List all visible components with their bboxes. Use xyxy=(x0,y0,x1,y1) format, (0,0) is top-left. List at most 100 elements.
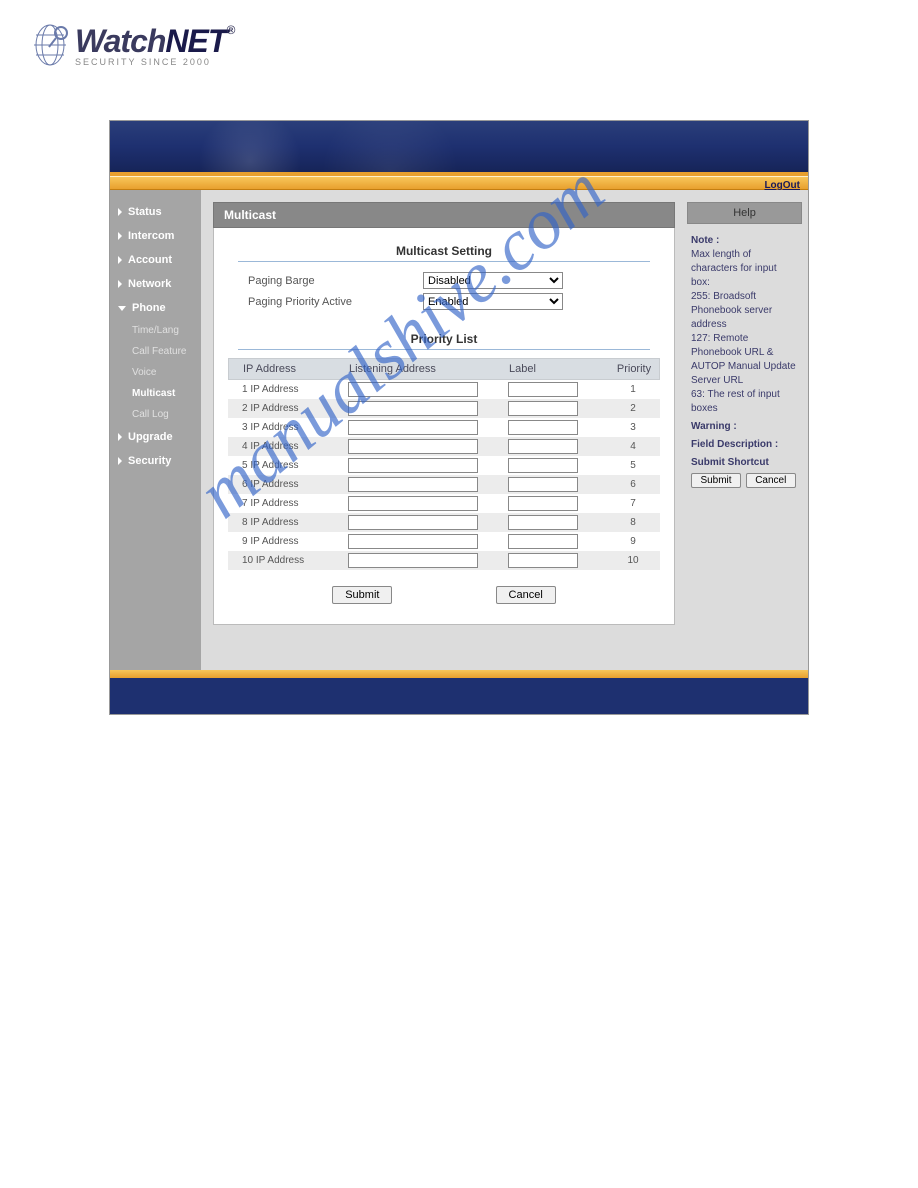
label-input[interactable] xyxy=(508,420,578,435)
app-banner xyxy=(110,121,808,176)
priority-list-title: Priority List xyxy=(238,326,650,350)
brand-tagline: SECURITY SINCE 2000 xyxy=(75,57,234,67)
logo-text: WatchNET® SECURITY SINCE 2000 xyxy=(75,23,234,67)
priority-row: 9 IP Address9 xyxy=(228,532,660,551)
priority-row: 1 IP Address 1 xyxy=(228,380,660,399)
sidebar-sub-voice[interactable]: Voice xyxy=(110,362,201,383)
listening-address-input[interactable] xyxy=(348,458,478,473)
listening-address-input[interactable] xyxy=(348,477,478,492)
help-cancel-button[interactable]: Cancel xyxy=(746,473,796,488)
help-title: Help xyxy=(687,202,802,224)
row-priority: 5 xyxy=(608,460,658,471)
row-priority: 1 xyxy=(608,384,658,395)
help-note-text: Max length of characters for input box: xyxy=(691,249,777,288)
row-priority: 6 xyxy=(608,479,658,490)
brand-watch: Watch xyxy=(75,23,165,59)
multicast-setting-title: Multicast Setting xyxy=(238,238,650,262)
sidebar-item-label: Account xyxy=(128,254,172,266)
row-ip-label: 7 IP Address xyxy=(228,498,348,509)
row-ip-label: 6 IP Address xyxy=(228,479,348,490)
listening-address-input[interactable] xyxy=(348,515,478,530)
priority-list-header: IP Address Listening Address Label Prior… xyxy=(228,358,660,380)
help-shortcut-label: Submit Shortcut xyxy=(691,456,798,470)
sidebar-item-label: Intercom xyxy=(128,230,174,242)
registered-icon: ® xyxy=(226,23,234,37)
sidebar-item-security[interactable]: Security xyxy=(110,449,201,473)
logo-icon xyxy=(30,20,70,70)
priority-row: 7 IP Address 7 xyxy=(228,494,660,513)
label-input[interactable] xyxy=(508,496,578,511)
app-frame: LogOut Status Intercom Account Network Phone… xyxy=(109,120,809,715)
sidebar-item-label: Security xyxy=(128,455,171,467)
sidebar-item-label: Phone xyxy=(132,302,166,314)
listening-address-input[interactable] xyxy=(348,553,478,568)
priority-row: 2 IP Address 2 xyxy=(228,399,660,418)
listening-address-input[interactable] xyxy=(348,496,478,511)
label-input[interactable] xyxy=(508,515,578,530)
chevron-icon xyxy=(118,232,122,240)
row-ip-label: 3 IP Address xyxy=(228,422,348,433)
paging-barge-select[interactable]: Disabled xyxy=(423,272,563,289)
priority-row: 8 IP Address8 xyxy=(228,513,660,532)
paging-priority-select[interactable]: Enabled xyxy=(423,293,563,310)
label-input[interactable] xyxy=(508,439,578,454)
row-ip-label: 2 IP Address xyxy=(228,403,348,414)
row-ip-label: 1 IP Address xyxy=(228,384,348,395)
app-footer xyxy=(110,670,808,714)
row-ip-label: 5 IP Address xyxy=(228,460,348,471)
col-listen: Listening Address xyxy=(349,363,509,375)
brand-net: NET xyxy=(165,23,226,59)
row-priority: 7 xyxy=(608,498,658,509)
sidebar-sub-calllog[interactable]: Call Log xyxy=(110,404,201,425)
label-input[interactable] xyxy=(508,534,578,549)
sidebar-item-phone[interactable]: Phone xyxy=(110,296,201,320)
logout-bar: LogOut xyxy=(110,176,808,190)
sidebar-sub-multicast[interactable]: Multicast xyxy=(110,383,201,404)
help-line2: 127: Remote Phonebook URL & AUTOP Manual… xyxy=(691,333,796,386)
form-buttons: Submit Cancel xyxy=(228,570,660,604)
paging-priority-label: Paging Priority Active xyxy=(248,296,423,308)
help-note-label: Note : xyxy=(691,234,798,248)
sidebar-sub-callfeature[interactable]: Call Feature xyxy=(110,341,201,362)
label-input[interactable] xyxy=(508,553,578,568)
label-input[interactable] xyxy=(508,401,578,416)
chevron-icon xyxy=(118,280,122,288)
listening-address-input[interactable] xyxy=(348,534,478,549)
chevron-icon xyxy=(118,433,122,441)
col-label: Label xyxy=(509,363,609,375)
cancel-button[interactable]: Cancel xyxy=(496,586,556,604)
priority-row: 5 IP Address 5 xyxy=(228,456,660,475)
listening-address-input[interactable] xyxy=(348,439,478,454)
col-priority: Priority xyxy=(609,363,659,375)
row-ip-label: 4 IP Address xyxy=(228,441,348,452)
row-priority: 2 xyxy=(608,403,658,414)
priority-row: 4 IP Address 4 xyxy=(228,437,660,456)
row-priority: 10 xyxy=(608,555,658,566)
listening-address-input[interactable] xyxy=(348,401,478,416)
row-priority: 4 xyxy=(608,441,658,452)
chevron-icon xyxy=(118,208,122,216)
label-input[interactable] xyxy=(508,458,578,473)
listening-address-input[interactable] xyxy=(348,382,478,397)
priority-row: 10 IP Address 10 xyxy=(228,551,660,570)
page-header: WatchNET® SECURITY SINCE 2000 xyxy=(0,0,918,80)
sidebar-item-upgrade[interactable]: Upgrade xyxy=(110,425,201,449)
panel-title: Multicast xyxy=(213,202,675,228)
help-panel: Help Note : Max length of characters for… xyxy=(687,190,808,670)
sidebar-item-network[interactable]: Network xyxy=(110,272,201,296)
help-warning-label: Warning : xyxy=(691,420,798,434)
sidebar-item-account[interactable]: Account xyxy=(110,248,201,272)
label-input[interactable] xyxy=(508,382,578,397)
submit-button[interactable]: Submit xyxy=(332,586,392,604)
priority-row: 6 IP Address 6 xyxy=(228,475,660,494)
priority-row: 3 IP Address3 xyxy=(228,418,660,437)
sidebar-sub-timelang[interactable]: Time/Lang xyxy=(110,320,201,341)
help-submit-button[interactable]: Submit xyxy=(691,473,741,488)
label-input[interactable] xyxy=(508,477,578,492)
listening-address-input[interactable] xyxy=(348,420,478,435)
row-ip-label: 10 IP Address xyxy=(228,555,348,566)
chevron-icon xyxy=(118,306,126,311)
sidebar-item-status[interactable]: Status xyxy=(110,200,201,224)
sidebar-item-intercom[interactable]: Intercom xyxy=(110,224,201,248)
sidebar-item-label: Network xyxy=(128,278,171,290)
